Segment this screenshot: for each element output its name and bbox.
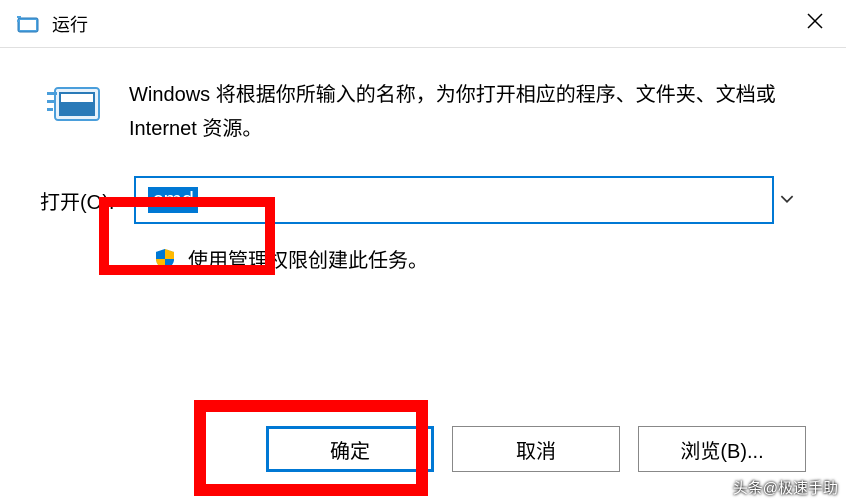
watermark-text: 头条@极速手助 (733, 477, 838, 498)
open-input-selected-text: cmd (148, 187, 198, 213)
description-row: Windows 将根据你所输入的名称，为你打开相应的程序、文件夹、文档或 Int… (40, 78, 806, 146)
browse-button[interactable]: 浏览(B)... (638, 426, 806, 472)
shield-icon (154, 248, 176, 270)
run-dialog-large-icon (45, 82, 101, 124)
description-text: Windows 将根据你所输入的名称，为你打开相应的程序、文件夹、文档或 Int… (129, 78, 806, 146)
dialog-content: Windows 将根据你所输入的名称，为你打开相应的程序、文件夹、文档或 Int… (0, 48, 846, 293)
admin-note-text: 使用管理权限创建此任务。 (188, 244, 428, 273)
dialog-buttons: 确定 取消 浏览(B)... (266, 426, 806, 472)
open-input-row: 打开(O): cmd (40, 176, 806, 224)
open-input[interactable] (134, 176, 774, 224)
open-combobox[interactable]: cmd (134, 176, 806, 224)
titlebar: 运行 (0, 0, 846, 48)
titlebar-left: 运行 (16, 11, 88, 37)
ok-button[interactable]: 确定 (266, 426, 434, 472)
run-dialog-small-icon (16, 12, 40, 36)
chevron-down-icon (780, 191, 794, 209)
close-button[interactable] (792, 1, 838, 47)
cancel-button[interactable]: 取消 (452, 426, 620, 472)
window-title: 运行 (52, 11, 88, 37)
open-label: 打开(O): (40, 186, 114, 215)
admin-privilege-note: 使用管理权限创建此任务。 (154, 244, 806, 273)
close-icon (807, 12, 823, 35)
